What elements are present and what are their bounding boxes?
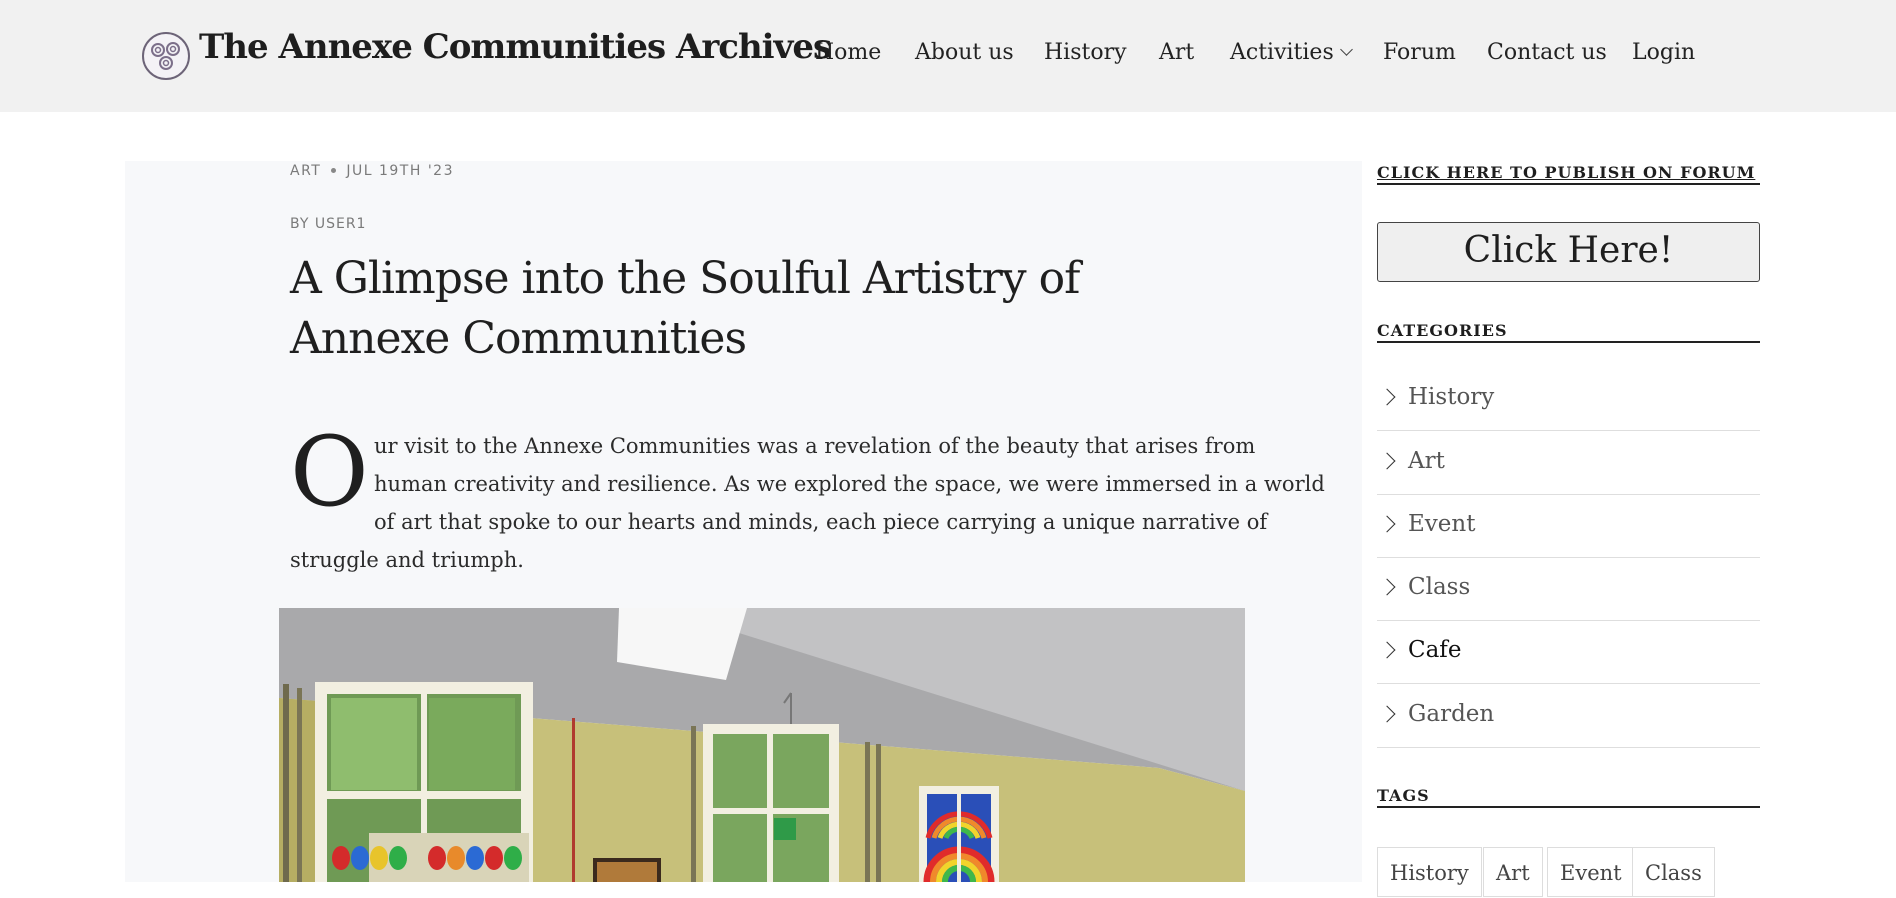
nav-login[interactable]: Login [1632, 40, 1695, 65]
category-label: Class [1408, 574, 1471, 600]
nav-home[interactable]: Home [815, 40, 881, 65]
category-label: Cafe [1408, 637, 1462, 663]
site-header: The Annexe Communities Archives Home Abo… [0, 0, 1896, 112]
tag-class[interactable]: Class [1632, 847, 1715, 897]
category-item-class[interactable]: Class [1377, 557, 1760, 621]
nav-about-us[interactable]: About us [915, 40, 1014, 65]
category-label: Event [1408, 511, 1476, 537]
nav-art[interactable]: Art [1159, 40, 1194, 65]
post-category[interactable]: ART [290, 163, 321, 179]
category-item-art[interactable]: Art [1377, 431, 1760, 495]
category-item-event[interactable]: Event [1377, 494, 1760, 558]
chevron-right-icon [1378, 515, 1396, 533]
nav-forum[interactable]: Forum [1383, 40, 1456, 65]
category-label: Art [1408, 448, 1445, 474]
chevron-right-icon [1378, 705, 1396, 723]
article-area: ART JUL 19TH '23 BY USER1 A Glimpse into … [125, 161, 1362, 882]
tag-art[interactable]: Art [1483, 847, 1543, 897]
publish-click-here-button[interactable]: Click Here! [1377, 222, 1760, 282]
tag-history[interactable]: History [1377, 847, 1482, 897]
nav-history[interactable]: History [1044, 40, 1127, 65]
post-date: JUL 19TH '23 [346, 163, 454, 179]
chevron-right-icon [1378, 388, 1396, 406]
widget-divider [1377, 341, 1760, 343]
category-item-history[interactable]: History [1377, 367, 1760, 431]
categories-heading: CATEGORIES [1377, 321, 1508, 340]
category-label: History [1408, 384, 1495, 410]
chevron-right-icon [1378, 578, 1396, 596]
widget-divider [1377, 806, 1760, 808]
widget-divider [1377, 183, 1760, 185]
nav-activities-label: Activities [1230, 40, 1334, 65]
body-line: struggle and triumph. [290, 548, 524, 572]
category-item-garden[interactable]: Garden [1377, 684, 1760, 748]
triskele-logo-icon[interactable] [141, 31, 191, 81]
publish-forum-heading[interactable]: CLICK HERE TO PUBLISH ON FORUM [1377, 163, 1755, 182]
post-intro-paragraph: ur visit to the Annexe Communities was a… [290, 427, 1325, 579]
tags-heading: TAGS [1377, 786, 1430, 805]
post-meta: ART JUL 19TH '23 [290, 163, 454, 179]
meta-separator-dot [331, 168, 337, 173]
chevron-right-icon [1378, 641, 1396, 659]
body-line: human creativity and resilience. As we e… [374, 472, 1325, 496]
post-featured-image [279, 608, 1245, 882]
nav-activities[interactable]: Activities [1230, 40, 1353, 65]
post-author: BY USER1 [290, 216, 367, 232]
tag-event[interactable]: Event [1547, 847, 1635, 897]
body-line: ur visit to the Annexe Communities was a… [374, 434, 1256, 458]
chevron-down-icon [1339, 43, 1353, 56]
category-label: Garden [1408, 701, 1495, 727]
body-line: of art that spoke to our hearts and mind… [374, 510, 1268, 534]
chevron-right-icon [1378, 452, 1396, 470]
site-title[interactable]: The Annexe Communities Archives [199, 27, 832, 67]
post-title: A Glimpse into the Soulful Artistry of A… [290, 253, 1080, 364]
nav-contact-us[interactable]: Contact us [1487, 40, 1607, 65]
category-item-cafe[interactable]: Cafe [1377, 620, 1760, 684]
